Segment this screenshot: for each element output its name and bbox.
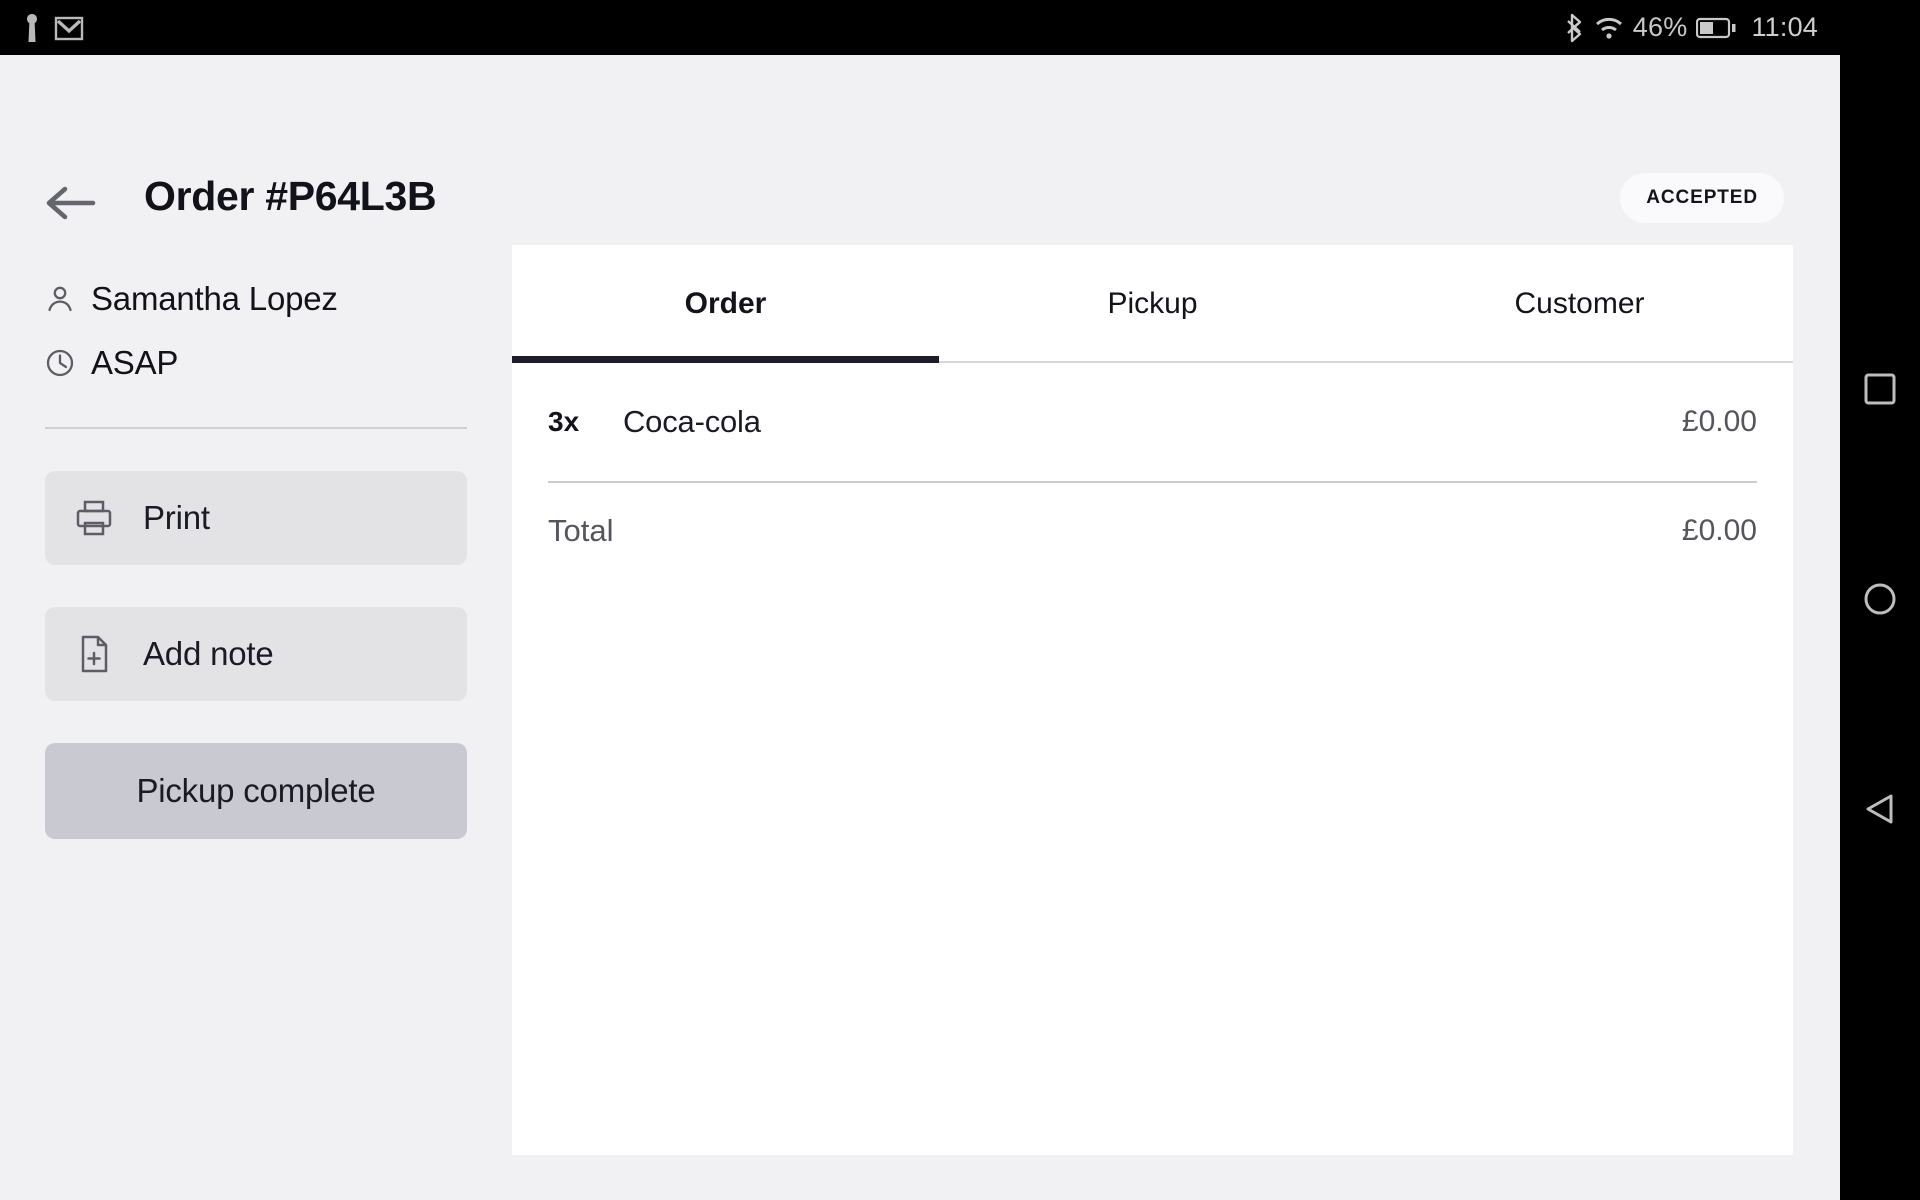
back-button[interactable] bbox=[45, 183, 97, 223]
status-badge: ACCEPTED bbox=[1620, 173, 1784, 223]
tab-order[interactable]: Order bbox=[512, 245, 939, 363]
order-header: Order #P64L3B ACCEPTED bbox=[0, 55, 1840, 223]
total-label: Total bbox=[548, 513, 614, 548]
app-surface: Order #P64L3B ACCEPTED Samantha Lopez AS… bbox=[0, 55, 1840, 1200]
android-status-bar: 46% 11:04 bbox=[0, 0, 1840, 55]
key-icon bbox=[22, 12, 42, 44]
table-row: 3x Coca-cola £0.00 bbox=[548, 363, 1757, 481]
tab-customer[interactable]: Customer bbox=[1366, 245, 1793, 363]
android-navigation-bar bbox=[1840, 0, 1920, 1200]
pickup-complete-button[interactable]: Pickup complete bbox=[45, 743, 467, 839]
status-bar-system-icons: 46% 11:04 bbox=[1565, 0, 1818, 55]
item-name: Coca-cola bbox=[623, 404, 761, 439]
gmail-icon bbox=[54, 13, 84, 43]
back-triangle-icon[interactable] bbox=[1863, 792, 1897, 826]
print-button-label: Print bbox=[143, 499, 210, 536]
page-title: Order #P64L3B bbox=[144, 173, 437, 219]
wifi-icon bbox=[1594, 15, 1624, 41]
printer-icon bbox=[45, 497, 143, 539]
battery-percent-label: 46% bbox=[1632, 12, 1688, 42]
tab-pickup[interactable]: Pickup bbox=[939, 245, 1366, 363]
order-sidebar: Samantha Lopez ASAP Print Add note Picku… bbox=[0, 273, 512, 839]
person-icon bbox=[45, 284, 75, 314]
item-price: £0.00 bbox=[1681, 405, 1757, 438]
recents-square-icon[interactable] bbox=[1863, 372, 1897, 406]
add-note-button[interactable]: Add note bbox=[45, 607, 467, 701]
note-add-icon bbox=[45, 633, 143, 675]
pickup-complete-button-label: Pickup complete bbox=[136, 772, 376, 809]
home-circle-icon[interactable] bbox=[1863, 582, 1897, 616]
add-note-button-label: Add note bbox=[143, 635, 274, 672]
order-detail-card: Order Pickup Customer 3x Coca-cola £0.00… bbox=[512, 245, 1793, 1155]
order-items-list: 3x Coca-cola £0.00 bbox=[512, 363, 1793, 481]
status-bar-clock: 11:04 bbox=[1751, 12, 1818, 42]
pickup-time-row: ASAP bbox=[0, 337, 512, 389]
customer-name: Samantha Lopez bbox=[91, 280, 338, 317]
sidebar-divider bbox=[45, 427, 467, 429]
clock-icon bbox=[45, 348, 75, 378]
item-quantity: 3x bbox=[548, 406, 580, 437]
pickup-time-value: ASAP bbox=[91, 344, 179, 381]
print-button[interactable]: Print bbox=[45, 471, 467, 565]
order-total-row: Total £0.00 bbox=[512, 483, 1793, 579]
tab-bar: Order Pickup Customer bbox=[512, 245, 1793, 363]
active-tab-indicator bbox=[512, 356, 939, 363]
status-bar-notification-icons bbox=[22, 12, 84, 44]
bluetooth-icon bbox=[1565, 13, 1585, 43]
battery-icon bbox=[1696, 16, 1736, 40]
customer-info-row: Samantha Lopez bbox=[0, 273, 512, 325]
screen-root: 46% 11:04 Order #P64L3B ACCEPTED Samanth… bbox=[0, 0, 1920, 1200]
total-price: £0.00 bbox=[1681, 514, 1757, 547]
